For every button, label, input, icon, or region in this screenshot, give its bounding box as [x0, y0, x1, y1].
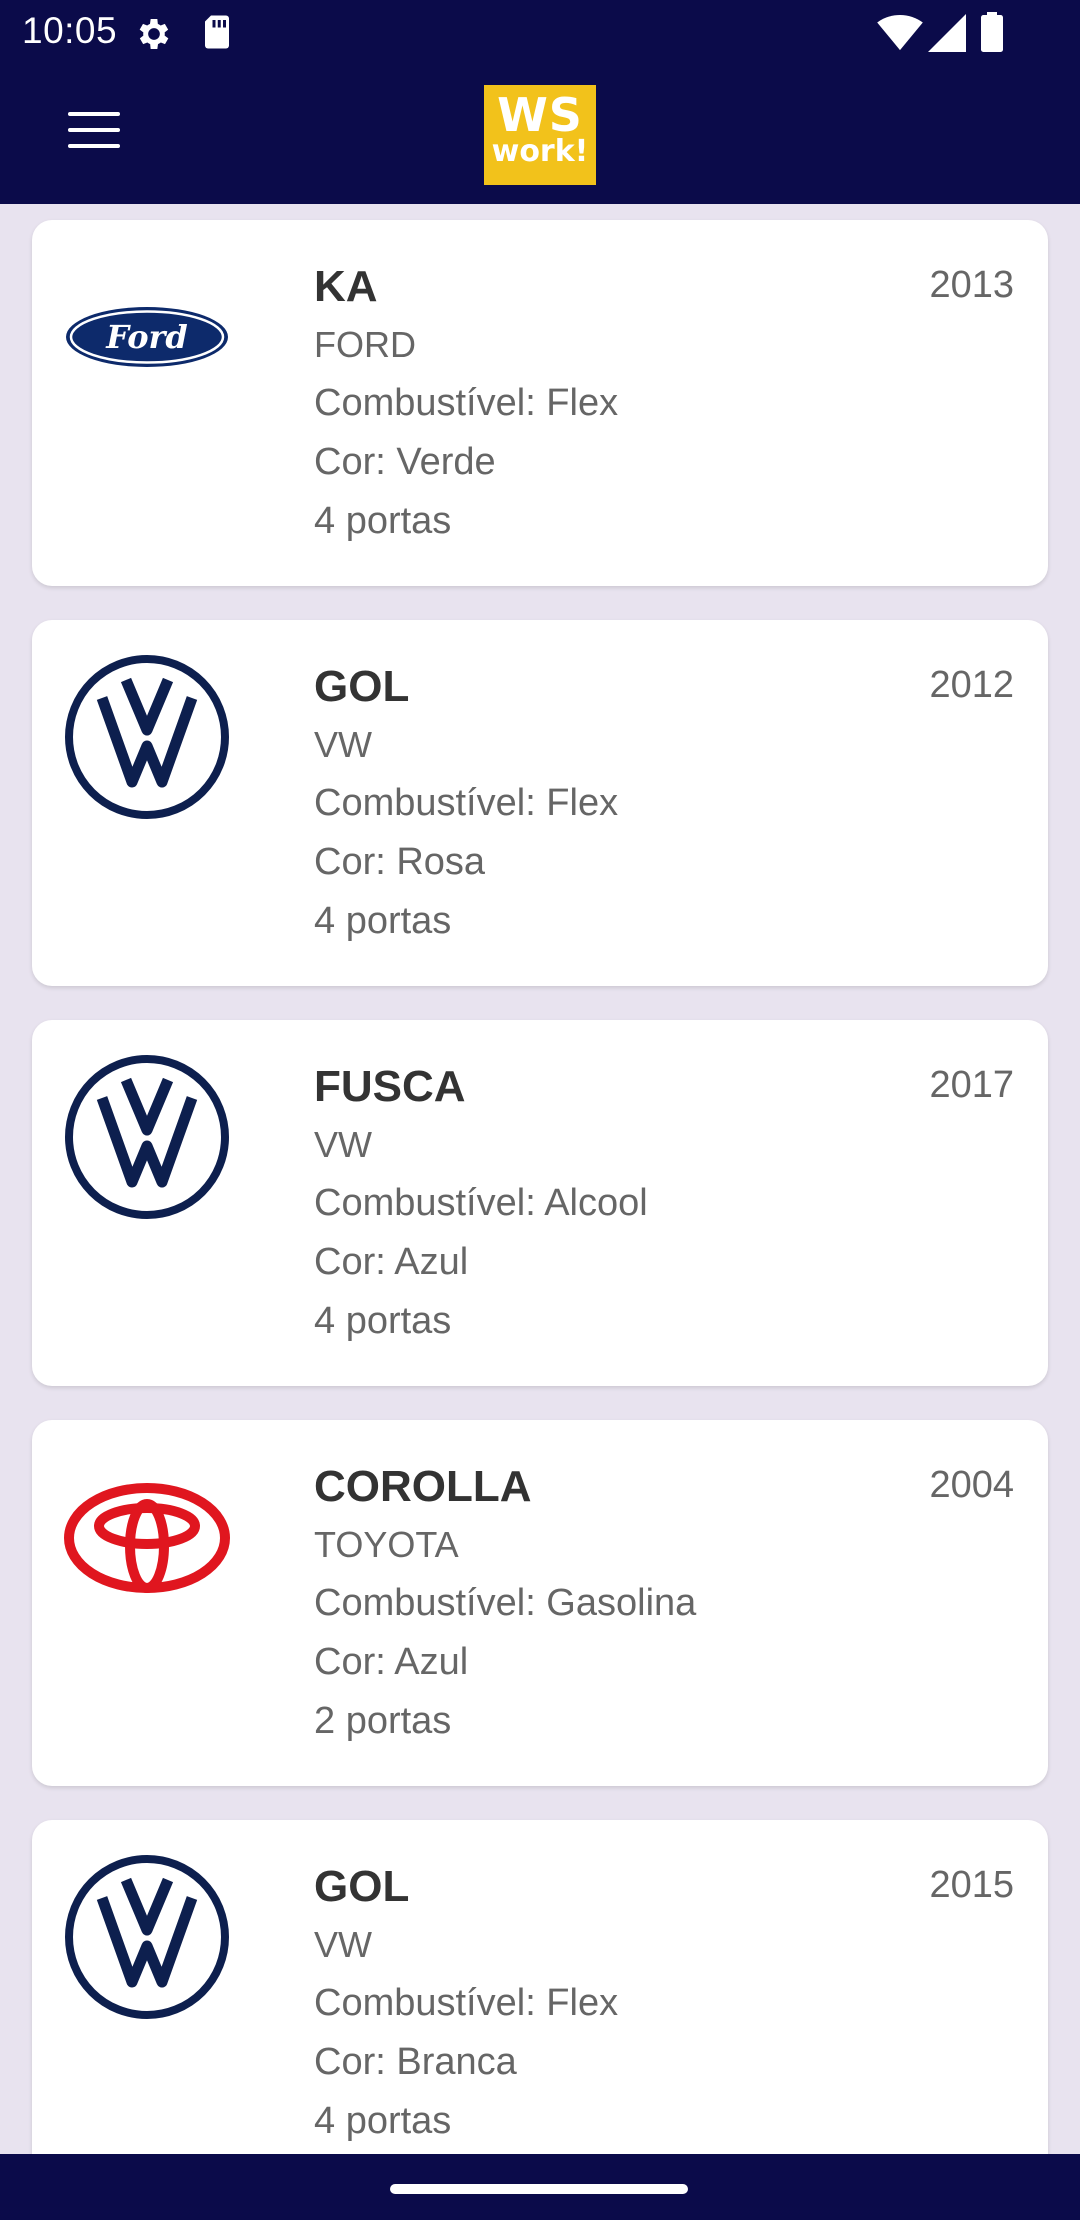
- status-time: 10:05: [22, 10, 118, 51]
- vehicle-color: Cor: Verde: [314, 441, 496, 483]
- vehicle-fuel: Combustível: Alcool: [314, 1182, 648, 1224]
- vehicle-fuel: Combustível: Flex: [314, 782, 619, 824]
- ford-logo-icon: Ford: [66, 307, 228, 367]
- vehicle-fuel: Combustível: Flex: [314, 1982, 619, 2024]
- vehicle-color: Cor: Branca: [314, 2041, 517, 2083]
- vw-logo-icon: [65, 1855, 229, 2019]
- status-bar: 10:05: [0, 0, 1080, 64]
- gear-icon: [139, 19, 169, 49]
- app-bar: WS work!: [0, 64, 1080, 204]
- svg-text:Ford: Ford: [105, 318, 188, 356]
- vehicle-doors: 4 portas: [314, 1300, 452, 1342]
- vehicle-doors: 4 portas: [314, 2100, 452, 2142]
- logo-text-ws: WS: [497, 88, 583, 142]
- vehicle-year: 2015: [929, 1864, 1014, 1906]
- home-gesture-handle[interactable]: [390, 2184, 688, 2194]
- wifi-icon: [877, 14, 923, 51]
- vw-logo-icon: [65, 655, 229, 819]
- vehicle-brand: VW: [314, 1924, 372, 1965]
- vehicle-model: FUSCA: [314, 1062, 466, 1111]
- vehicle-card[interactable]: FUSCA VW Combustível: Alcool Cor: Azul 4…: [32, 1020, 1048, 1386]
- vehicle-color: Cor: Azul: [314, 1241, 469, 1283]
- hamburger-menu-icon[interactable]: [68, 112, 132, 152]
- vehicle-year: 2013: [929, 264, 1014, 306]
- vehicle-doors: 2 portas: [314, 1700, 452, 1742]
- sd-card-icon: [205, 15, 229, 49]
- vehicle-brand: VW: [314, 1124, 372, 1165]
- vehicle-year: 2017: [929, 1064, 1014, 1106]
- vehicle-list: Ford KA FORD Combustível: Flex Cor: Verd…: [0, 204, 1080, 2154]
- toyota-logo-icon: [64, 1483, 230, 1593]
- vehicle-brand: TOYOTA: [314, 1524, 459, 1565]
- vehicle-card[interactable]: GOL VW Combustível: Flex Cor: Branca 4 p…: [32, 1820, 1048, 2154]
- vehicle-doors: 4 portas: [314, 500, 452, 542]
- signal-icon: [928, 14, 966, 52]
- vw-logo-icon: [65, 1055, 229, 1219]
- vehicle-info: GOL VW Combustível: Flex Cor: Branca 4 p…: [314, 1858, 618, 2151]
- vehicle-color: Cor: Azul: [314, 1641, 469, 1683]
- vehicle-color: Cor: Rosa: [314, 841, 486, 883]
- logo-text-work: work!: [491, 134, 589, 169]
- battery-icon: [981, 12, 1003, 52]
- app-logo: WS work!: [484, 85, 596, 185]
- vehicle-model: GOL: [314, 662, 410, 711]
- vehicle-info: FUSCA VW Combustível: Alcool Cor: Azul 4…: [314, 1058, 648, 1351]
- vehicle-fuel: Combustível: Gasolina: [314, 1582, 697, 1624]
- vehicle-card[interactable]: COROLLA TOYOTA Combustível: Gasolina Cor…: [32, 1420, 1048, 1786]
- vehicle-year: 2012: [929, 664, 1014, 706]
- vehicle-model: COROLLA: [314, 1462, 532, 1511]
- vehicle-brand: FORD: [314, 324, 416, 365]
- vehicle-year: 2004: [929, 1464, 1014, 1506]
- vehicle-info: COROLLA TOYOTA Combustível: Gasolina Cor…: [314, 1458, 696, 1751]
- vehicle-doors: 4 portas: [314, 900, 452, 942]
- vehicle-info: KA FORD Combustível: Flex Cor: Verde 4 p…: [314, 258, 618, 551]
- vehicle-brand: VW: [314, 724, 372, 765]
- vehicle-model: GOL: [314, 1862, 410, 1911]
- vehicle-info: GOL VW Combustível: Flex Cor: Rosa 4 por…: [314, 658, 618, 951]
- navigation-bar: [0, 2154, 1080, 2220]
- vehicle-card[interactable]: GOL VW Combustível: Flex Cor: Rosa 4 por…: [32, 620, 1048, 986]
- vehicle-fuel: Combustível: Flex: [314, 382, 619, 424]
- vehicle-model: KA: [314, 262, 378, 311]
- vehicle-card[interactable]: Ford KA FORD Combustível: Flex Cor: Verd…: [32, 220, 1048, 586]
